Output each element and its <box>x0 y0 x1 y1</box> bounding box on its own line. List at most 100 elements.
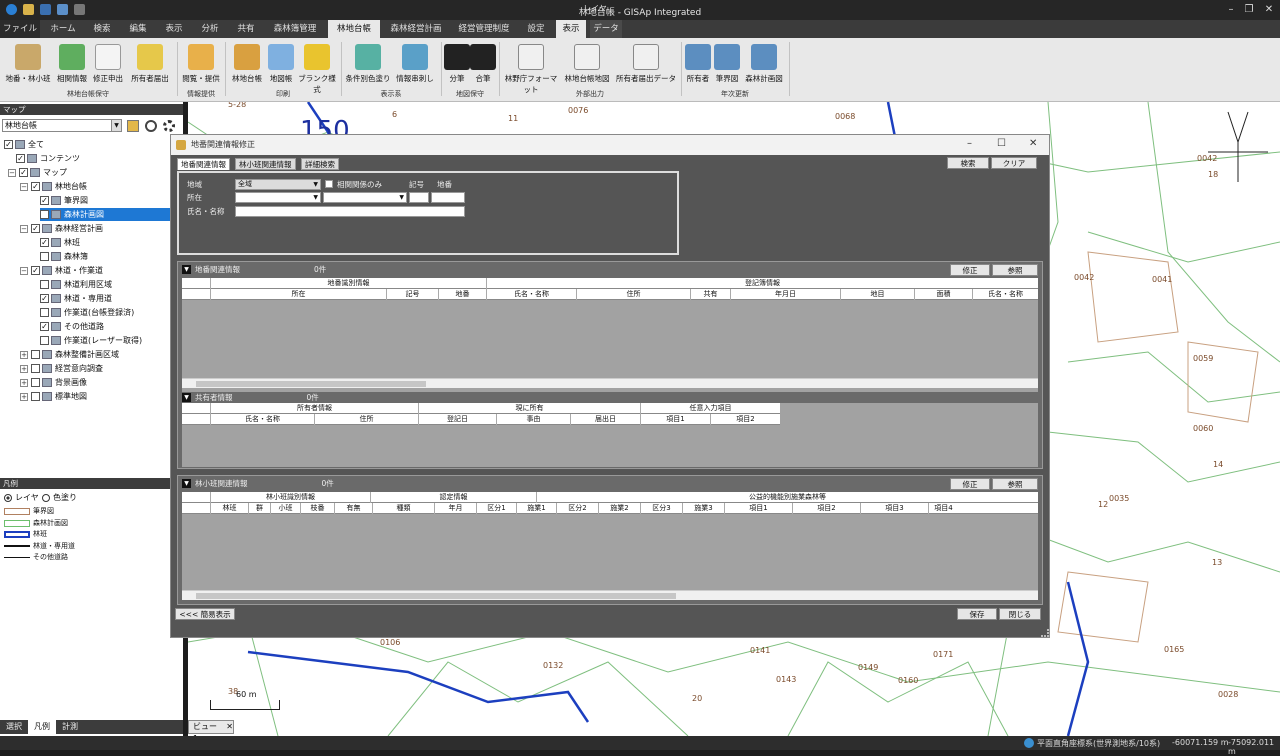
annual-boundary-button[interactable]: 筆界図 <box>712 42 742 90</box>
collapse-icon[interactable]: − <box>20 182 28 191</box>
collapse-icon[interactable]: − <box>20 224 28 233</box>
lot-number-input[interactable] <box>431 192 465 203</box>
collapse-icon[interactable]: − <box>8 168 16 177</box>
tree-item[interactable]: + 標準地図 <box>20 390 87 403</box>
tab-edit[interactable]: 編集 <box>122 20 154 38</box>
tree-checkbox[interactable] <box>40 280 49 289</box>
tab-measure[interactable]: 計測 <box>56 720 84 734</box>
tree-checkbox[interactable] <box>31 378 40 387</box>
expand-icon[interactable]: + <box>20 378 28 387</box>
symbol-input[interactable] <box>409 192 429 203</box>
tree-item[interactable]: − ✓ マップ <box>8 166 67 179</box>
tab-forest-register-mgmt[interactable]: 森林簿管理 <box>266 20 324 38</box>
close-window-button[interactable]: ✕ <box>1262 3 1276 17</box>
subcompartment-reference-button[interactable]: 参照 <box>992 478 1038 490</box>
search-button[interactable]: 検索 <box>947 157 989 169</box>
tree-item[interactable]: ✓ その他道路 <box>40 320 104 333</box>
tree-checkbox[interactable]: ✓ <box>40 210 49 219</box>
lot-reference-button[interactable]: 参照 <box>992 264 1038 276</box>
tree-checkbox[interactable]: ✓ <box>31 182 40 191</box>
layer-select-dropdown-icon[interactable]: ▼ <box>111 119 122 132</box>
tree-item[interactable]: + 経営意向調査 <box>20 362 103 375</box>
save-button[interactable]: 保存 <box>957 608 997 620</box>
expand-icon[interactable]: + <box>20 364 28 373</box>
browse-provide-button[interactable]: 閲覧・提供 <box>180 42 222 90</box>
lot-edit-button[interactable]: 修正 <box>950 264 990 276</box>
subcompartment-edit-button[interactable]: 修正 <box>950 478 990 490</box>
subcompartment-header[interactable]: ▼ 林小班関連情報 0件 <box>182 478 334 489</box>
tab-subcompartment-info[interactable]: 林小班関連情報 <box>235 158 296 170</box>
dialog-maximize-button[interactable]: ☐ <box>997 138 1006 149</box>
tree-checkbox[interactable] <box>40 308 49 317</box>
tree-checkbox[interactable] <box>40 252 49 261</box>
simple-view-button[interactable]: <<< 簡易表示 <box>175 608 235 620</box>
tree-item[interactable]: 林道利用区域 <box>40 278 112 291</box>
name-input[interactable] <box>235 206 465 217</box>
tab-layer-data[interactable]: データ <box>590 20 622 38</box>
correlation-info-button[interactable]: 相関情報 <box>54 42 90 90</box>
co-owner-grid[interactable]: 所有者情報 現に所有 任意入力項目 氏名・名称 住所 登記日 事由 届出日 項目… <box>182 403 1038 467</box>
tree-item[interactable]: − ✓ 森林経営計画 <box>20 222 103 235</box>
annual-forest-plan-button[interactable]: 森林計画図 <box>742 42 786 90</box>
conditional-coloring-button[interactable]: 条件別色塗り <box>344 42 392 90</box>
close-tab-icon[interactable]: ✕ <box>226 721 233 733</box>
add-layer-icon[interactable] <box>127 120 139 132</box>
tree-item[interactable]: 作業道(レーザー取得) <box>40 334 142 347</box>
split-parcel-button[interactable]: 分筆 <box>444 42 470 90</box>
tree-item[interactable]: ✓ 森林計画図 <box>40 208 183 221</box>
tree-item[interactable]: + 背景画像 <box>20 376 87 389</box>
restore-button[interactable]: ❐ <box>1242 3 1256 17</box>
tree-item[interactable]: 森林簿 <box>40 250 88 263</box>
close-button[interactable]: 閉じる <box>999 608 1041 620</box>
lot-subcompartment-button[interactable]: 地番・林小班 <box>2 42 54 90</box>
tree-checkbox[interactable]: ✓ <box>31 224 40 233</box>
expand-icon[interactable]: + <box>20 350 28 359</box>
dialog-minimize-button[interactable]: – <box>967 138 972 149</box>
tab-settings[interactable]: 設定 <box>520 20 552 38</box>
tree-checkbox[interactable]: ✓ <box>40 294 49 303</box>
dialog-close-button[interactable]: ✕ <box>1029 138 1037 149</box>
tab-share[interactable]: 共有 <box>230 20 262 38</box>
tree-checkbox[interactable]: ✓ <box>40 238 49 247</box>
legend-mode-coloring[interactable]: 色塗り <box>42 492 77 503</box>
tab-lot-info[interactable]: 地番関連情報 <box>177 158 230 170</box>
tree-checkbox[interactable]: ✓ <box>40 322 49 331</box>
tree-checkbox[interactable]: ✓ <box>4 140 13 149</box>
collapse-triangle-icon[interactable]: ▼ <box>182 479 191 488</box>
tree-checkbox[interactable] <box>40 336 49 345</box>
location-select-2[interactable]: ▼ <box>323 192 407 203</box>
tab-detailed-search[interactable]: 詳細検索 <box>301 158 339 170</box>
lot-info-header[interactable]: ▼ 地番関連情報 0件 <box>182 264 326 275</box>
owner-data-export-button[interactable]: 所有者届出データ <box>614 42 678 90</box>
tab-file[interactable]: ファイル <box>0 20 40 38</box>
minimize-button[interactable]: – <box>1224 3 1238 17</box>
info-skewer-button[interactable]: 情報串刺し <box>392 42 438 90</box>
tree-item[interactable]: ✓ 全て <box>4 138 44 151</box>
collapse-triangle-icon[interactable]: ▼ <box>182 265 191 274</box>
tab-legend[interactable]: 凡例 <box>28 720 56 734</box>
tab-select[interactable]: 選択 <box>0 720 28 734</box>
tree-checkbox[interactable]: ✓ <box>16 154 25 163</box>
tab-home[interactable]: ホーム <box>44 20 82 38</box>
tree-checkbox[interactable] <box>31 364 40 373</box>
tree-item[interactable]: − ✓ 林道・作業道 <box>20 264 103 277</box>
correction-request-button[interactable]: 修正申出 <box>90 42 126 90</box>
tree-checkbox[interactable]: ✓ <box>19 168 28 177</box>
lot-info-grid[interactable]: 地番識別情報 登記簿情報 所在 記号 地番 氏名・名称 住所 共有 年月日 地目… <box>182 278 1038 392</box>
tree-checkbox[interactable]: ✓ <box>40 196 49 205</box>
correlation-only-checkbox[interactable] <box>325 180 333 188</box>
collapse-triangle-icon[interactable]: ▼ <box>182 393 191 402</box>
tree-checkbox[interactable] <box>31 392 40 401</box>
clear-button[interactable]: クリア <box>991 157 1037 169</box>
tab-layer-view[interactable]: 表示 <box>556 20 586 38</box>
tree-checkbox[interactable]: ✓ <box>31 266 40 275</box>
lot-grid-hscrollbar[interactable] <box>182 378 1038 388</box>
expand-icon[interactable]: + <box>20 392 28 401</box>
forestry-format-button[interactable]: 林野庁フォーマット <box>502 42 560 94</box>
tree-item[interactable]: − ✓ 林地台帳 <box>20 180 87 193</box>
blank-form-button[interactable]: ブランク様式 <box>296 42 338 94</box>
ledger-map-export-button[interactable]: 林地台帳地図 <box>560 42 614 90</box>
refresh-icon[interactable] <box>145 120 157 132</box>
print-map-book-button[interactable]: 地図帳 <box>266 42 296 90</box>
subcompartment-grid[interactable]: 林小班識別情報 認定情報 公益的機能別施業森林等 林班群小班 枝番 有無 種類 年月 区分… <box>182 492 1038 590</box>
